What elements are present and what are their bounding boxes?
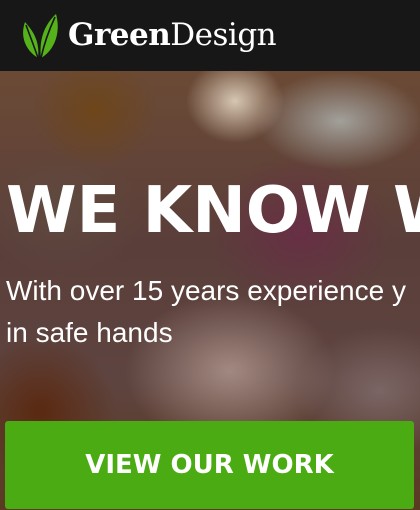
hero-subtitle-line-2: in safe hands [6,317,173,348]
brand-name-bold: Green [68,17,171,53]
hero-subtitle-line-1: With over 15 years experience y [6,275,406,306]
brand-name[interactable]: GreenDesign [68,17,277,53]
hero-title: WE KNOW W [6,174,420,248]
leaf-icon[interactable] [20,12,60,60]
site-header: GreenDesign [0,0,420,71]
view-our-work-button[interactable]: VIEW OUR WORK [5,421,414,509]
hero-section: WE KNOW W With over 15 years experience … [0,71,420,510]
hero-subtitle: With over 15 years experience y in safe … [6,270,420,354]
brand-name-light: Design [170,17,277,53]
